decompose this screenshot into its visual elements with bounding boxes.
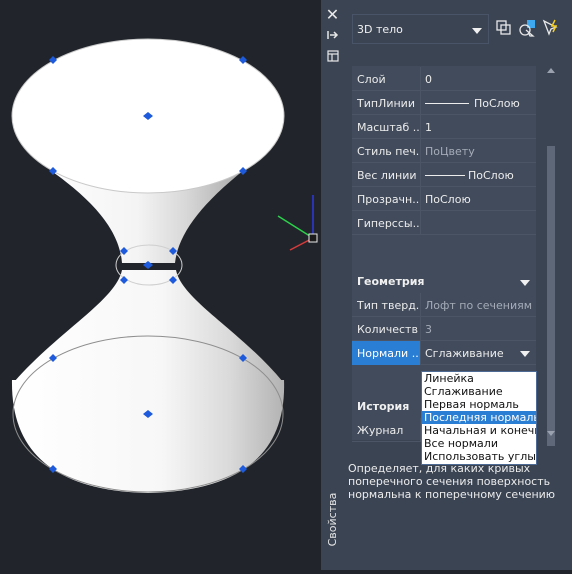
property-row-transparency[interactable]: Прозрачн... ПоСлою bbox=[352, 187, 536, 211]
property-label: Тип тверд... bbox=[357, 299, 419, 312]
property-value: 1 bbox=[425, 121, 432, 134]
close-icon[interactable]: ✕ bbox=[324, 7, 341, 23]
property-label: Вес линии bbox=[357, 169, 417, 182]
property-description: Определяет, для каких кривых поперечного… bbox=[348, 462, 556, 501]
properties-palette: 3D тело Слой 0 ТипЛинии ПоСлою Масштаб .… bbox=[344, 0, 572, 570]
linetype-swatch bbox=[425, 103, 469, 104]
autohide-icon[interactable] bbox=[324, 29, 341, 45]
dropdown-option[interactable]: Все нормали bbox=[422, 437, 536, 450]
property-row-hyperlink[interactable]: Гиперссы... bbox=[352, 211, 536, 235]
scroll-thumb[interactable] bbox=[547, 146, 555, 446]
property-value: Лофт по сечениям bbox=[425, 299, 533, 312]
dropdown-option-selected[interactable]: Последняя нормаль bbox=[422, 411, 536, 424]
property-value: ПоСлою bbox=[468, 169, 514, 182]
normals-dropdown-list[interactable]: Линейка Сглаживание Первая нормаль После… bbox=[421, 371, 537, 465]
property-label: Журнал bbox=[357, 424, 404, 437]
property-value: 3 bbox=[425, 323, 432, 336]
property-row-linetype[interactable]: ТипЛинии ПоСлою bbox=[352, 91, 536, 115]
section-title: Геометрия bbox=[357, 275, 425, 288]
dropdown-option[interactable]: Линейка bbox=[422, 372, 536, 385]
scroll-down-icon[interactable] bbox=[547, 431, 555, 436]
property-label: Нормали ... bbox=[357, 347, 419, 360]
palette-menu-icon[interactable] bbox=[324, 50, 341, 66]
property-row-normals[interactable]: Нормали ... Сглаживание bbox=[352, 341, 536, 365]
dropdown-option[interactable]: Сглаживание bbox=[422, 385, 536, 398]
property-row-solid-type[interactable]: Тип тверд... Лофт по сечениям bbox=[352, 293, 536, 317]
palette-vertical-title: Свойства bbox=[326, 492, 339, 547]
property-label: Масштаб ... bbox=[357, 121, 419, 134]
normals-select-value[interactable]: Сглаживание bbox=[425, 347, 504, 360]
property-label: Гиперссы... bbox=[357, 217, 419, 230]
drawing-viewport[interactable] bbox=[0, 0, 321, 570]
property-label: Количеств... bbox=[357, 323, 419, 336]
object-type-select[interactable]: 3D тело bbox=[352, 14, 489, 44]
bottom-base-surface bbox=[11, 380, 285, 493]
property-row-layer[interactable]: Слой 0 bbox=[352, 67, 536, 91]
property-value: 0 bbox=[425, 73, 432, 86]
property-value: ПоСлою bbox=[425, 193, 471, 206]
object-type-value: 3D тело bbox=[357, 23, 403, 36]
hyperboloid-model[interactable] bbox=[0, 0, 321, 570]
properties-scrollbar[interactable] bbox=[545, 66, 557, 446]
ucs-icon bbox=[277, 195, 318, 251]
dropdown-option[interactable]: Первая нормаль bbox=[422, 398, 536, 411]
property-row-lineweight[interactable]: Вес линии ПоСлою bbox=[352, 163, 536, 187]
property-value: ПоЦвету bbox=[425, 145, 475, 158]
lineweight-swatch bbox=[425, 175, 465, 176]
property-row-count[interactable]: Количеств... 3 bbox=[352, 317, 536, 341]
scroll-up-icon[interactable] bbox=[547, 68, 555, 73]
lower-flare-surface bbox=[14, 270, 283, 382]
property-label: Стиль печ... bbox=[357, 145, 419, 158]
palette-title-strip[interactable]: ✕ Свойства bbox=[321, 0, 344, 570]
select-objects-icon[interactable] bbox=[516, 17, 538, 39]
chevron-down-icon bbox=[520, 280, 530, 286]
property-row-plotstyle[interactable]: Стиль печ... ПоЦвету bbox=[352, 139, 536, 163]
quick-select-icon[interactable] bbox=[540, 17, 562, 39]
toggle-pickadd-icon[interactable] bbox=[492, 17, 514, 39]
chevron-down-icon[interactable] bbox=[520, 351, 530, 357]
dropdown-option[interactable]: Начальная и конечная нормали bbox=[422, 424, 536, 437]
property-label: Прозрачн... bbox=[357, 193, 419, 206]
property-value: ПоСлою bbox=[474, 97, 520, 110]
section-title: История bbox=[357, 400, 410, 413]
property-row-scale[interactable]: Масштаб ... 1 bbox=[352, 115, 536, 139]
chevron-down-icon bbox=[472, 28, 482, 34]
dropdown-option[interactable]: Использовать углы граней bbox=[422, 450, 536, 463]
property-label: Слой bbox=[357, 73, 386, 86]
section-geometry[interactable]: Геометрия bbox=[352, 269, 536, 293]
property-label: ТипЛинии bbox=[357, 97, 415, 110]
